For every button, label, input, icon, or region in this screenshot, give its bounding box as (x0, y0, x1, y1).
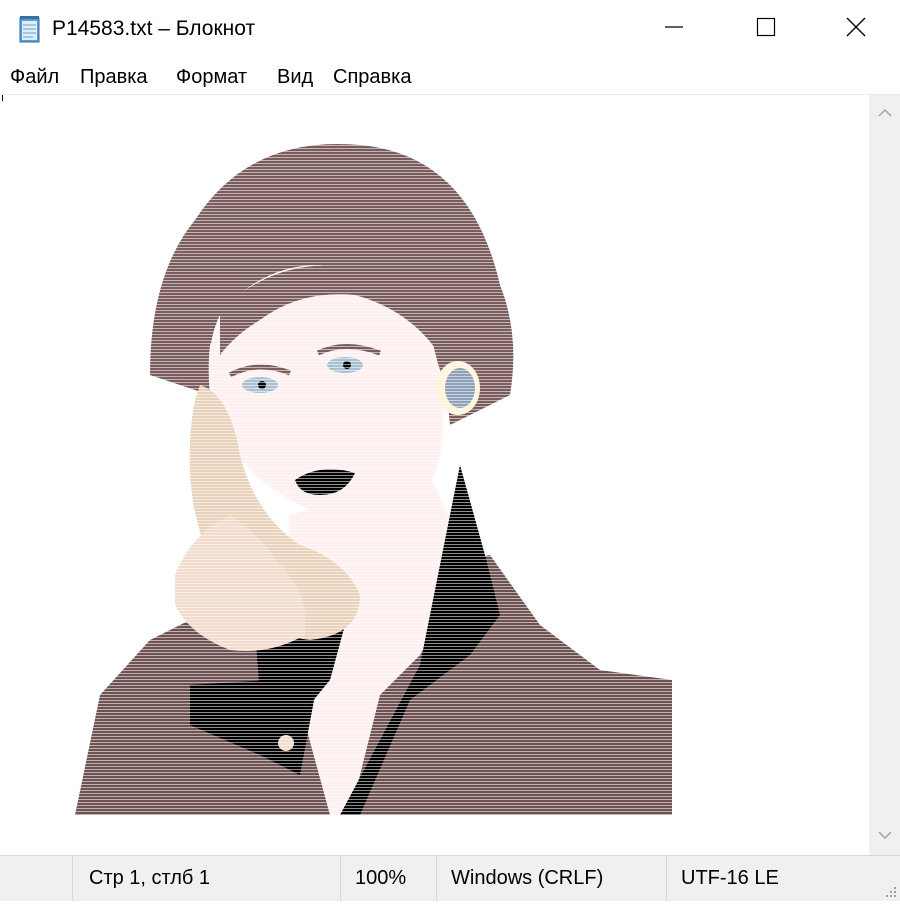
notepad-icon (14, 14, 44, 44)
title-bar[interactable]: P14583.txt – Блокнот (0, 0, 900, 58)
text-editor[interactable] (0, 95, 869, 855)
menu-edit[interactable]: Правка (79, 65, 149, 89)
scroll-down-button[interactable] (869, 817, 900, 855)
window-title: P14583.txt – Блокнот (52, 17, 256, 40)
menu-help[interactable]: Справка (332, 65, 412, 89)
chevron-down-icon (877, 827, 893, 845)
minimize-button[interactable] (628, 0, 720, 58)
close-icon (845, 16, 867, 43)
ascii-art-illustration (70, 135, 680, 825)
maximize-button[interactable] (720, 0, 812, 58)
menu-file[interactable]: Файл (9, 65, 60, 89)
scroll-up-button[interactable] (869, 95, 900, 133)
chevron-up-icon (877, 105, 893, 123)
resize-grip-icon[interactable] (882, 883, 898, 899)
vertical-scrollbar[interactable] (869, 95, 900, 855)
minimize-icon (664, 17, 684, 42)
status-encoding: UTF-16 LE (666, 856, 900, 901)
menu-format[interactable]: Формат (175, 65, 248, 89)
close-button[interactable] (810, 0, 900, 58)
menu-bar: Файл Правка Формат Вид Справка (0, 58, 900, 95)
status-position: Стр 1, стлб 1 (72, 856, 342, 901)
menu-view[interactable]: Вид (276, 65, 314, 89)
status-bar: Стр 1, стлб 1 100% Windows (CRLF) UTF-16… (0, 855, 900, 901)
status-line-endings: Windows (CRLF) (436, 856, 668, 901)
maximize-icon (756, 17, 776, 42)
status-zoom: 100% (340, 856, 438, 901)
text-caret (2, 95, 3, 101)
